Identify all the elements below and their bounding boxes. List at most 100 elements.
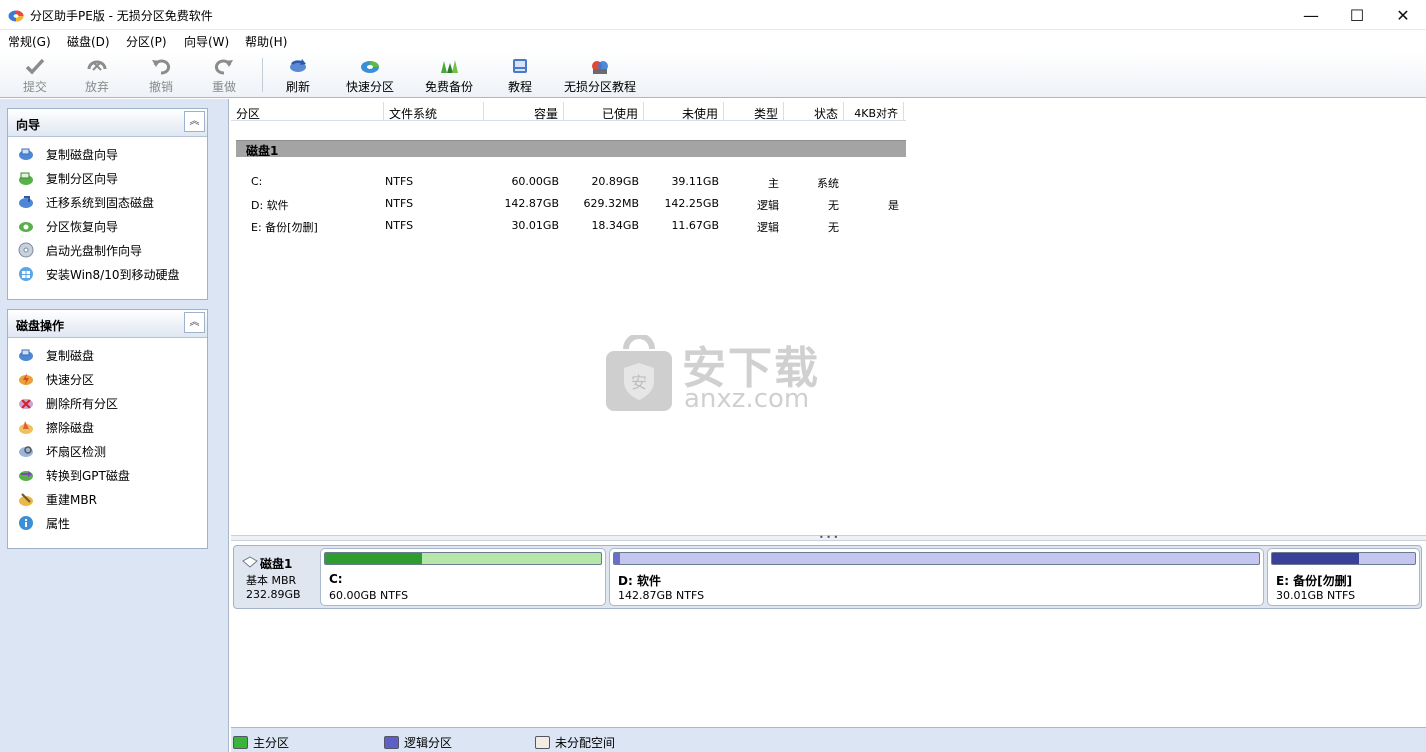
- recovery-icon: [19, 222, 33, 232]
- usage-fill: [614, 553, 621, 564]
- disk-op-delete-all[interactable]: 删除所有分区: [18, 393, 118, 413]
- app-logo-icon: [8, 10, 24, 22]
- col-unused[interactable]: 未使用: [644, 102, 724, 121]
- disk-group-header[interactable]: 磁盘1: [236, 140, 906, 158]
- legend-primary: 主分区: [233, 734, 289, 751]
- lossless-tutorial-button[interactable]: 无损分区教程: [563, 54, 637, 96]
- table-header: 分区 文件系统 容量 已使用 未使用 类型 状态 4KB对齐: [231, 102, 906, 121]
- disk-ops-panel-title: 磁盘操作: [16, 319, 65, 333]
- quick-partition-button[interactable]: 快速分区: [343, 54, 397, 96]
- redo-button[interactable]: 重做: [207, 54, 241, 96]
- window-title: 分区助手PE版 - 无损分区免费软件: [30, 9, 213, 23]
- disk-ops-panel: 磁盘操作 ︽ 复制磁盘 快速分区 删除所有分区 擦除磁盘 坏扇区检测 转换到GP…: [7, 309, 208, 549]
- usage-fill: [325, 553, 422, 564]
- disk-name: 磁盘1: [260, 557, 293, 571]
- menu-bar: 常规(G) 磁盘(D) 分区(P) 向导(W) 帮助(H): [0, 30, 1426, 52]
- menu-wizard[interactable]: 向导(W): [184, 33, 229, 50]
- disk-map: 磁盘1 基本 MBR 232.89GB C: 60.00GB NTFS D: 软…: [231, 541, 1426, 727]
- wipe-disk-icon: [19, 421, 33, 434]
- convert-gpt-icon: [19, 471, 33, 481]
- title-bar: 分区助手PE版 - 无损分区免费软件 — ☐ ✕: [0, 0, 1426, 30]
- col-4k-align[interactable]: 4KB对齐: [844, 102, 904, 121]
- wizard-item-migrate-ssd[interactable]: 迁移系统到固态磁盘: [18, 192, 154, 212]
- disk-type: 基本 MBR: [246, 574, 297, 587]
- legend-unallocated: 未分配空间: [535, 734, 615, 751]
- menu-partition[interactable]: 分区(P): [126, 33, 167, 50]
- legend-swatch: [233, 736, 248, 749]
- table-row[interactable]: E: 备份[勿删] NTFS 30.01GB 18.34GB 11.67GB 逻…: [231, 216, 906, 236]
- legend-swatch: [535, 736, 550, 749]
- watermark-url: anxz.com: [684, 384, 810, 414]
- menu-help[interactable]: 帮助(H): [245, 33, 287, 50]
- toolbar-separator: [262, 58, 263, 92]
- col-capacity[interactable]: 容量: [484, 102, 564, 121]
- menu-disk[interactable]: 磁盘(D): [67, 33, 110, 50]
- partition-block-d[interactable]: D: 软件 142.87GB NTFS: [609, 548, 1264, 606]
- info-icon: [19, 516, 33, 530]
- refresh-icon: [287, 56, 309, 76]
- close-button[interactable]: ✕: [1380, 0, 1426, 30]
- legend-swatch: [384, 736, 399, 749]
- disk-op-wipe-disk[interactable]: 擦除磁盘: [18, 417, 94, 437]
- backup-icon: [438, 56, 460, 76]
- quick-partition-icon: [19, 373, 33, 385]
- usage-bar: [1271, 552, 1416, 565]
- table-row[interactable]: D: 软件 NTFS 142.87GB 629.32MB 142.25GB 逻辑…: [231, 194, 906, 214]
- wizard-item-copy-disk[interactable]: 复制磁盘向导: [18, 144, 118, 164]
- free-backup-button[interactable]: 免费备份: [422, 54, 476, 96]
- boot-disc-icon: [18, 242, 34, 258]
- col-type[interactable]: 类型: [724, 102, 784, 121]
- maximize-button[interactable]: ☐: [1334, 0, 1380, 30]
- undo-button[interactable]: 撤销: [144, 54, 178, 96]
- copy-partition-icon: [19, 172, 33, 185]
- usage-fill: [1272, 553, 1360, 564]
- disk-info[interactable]: 磁盘1 基本 MBR 232.89GB: [236, 548, 316, 606]
- collapse-disk-ops-icon[interactable]: ︽: [184, 312, 205, 333]
- bad-sector-icon: [19, 446, 33, 457]
- partition-list: 分区 文件系统 容量 已使用 未使用 类型 状态 4KB对齐 磁盘1 C: NT…: [231, 99, 1426, 535]
- minimize-button[interactable]: —: [1288, 0, 1334, 30]
- disk-op-rebuild-mbr[interactable]: 重建MBR: [18, 489, 97, 509]
- legend-logical: 逻辑分区: [384, 734, 452, 751]
- disk-op-properties[interactable]: 属性: [18, 513, 70, 533]
- wizard-panel: 向导 ︽ 复制磁盘向导 复制分区向导 迁移系统到固态磁盘 分区恢复向导 启动光盘…: [7, 108, 208, 300]
- partition-block-c[interactable]: C: 60.00GB NTFS: [320, 548, 606, 606]
- tutorial-button[interactable]: 教程: [505, 54, 535, 96]
- splitter-grip-icon: • • •: [819, 533, 839, 542]
- migrate-os-icon: [19, 196, 33, 208]
- rebuild-mbr-icon: [19, 493, 33, 506]
- usage-bar: [324, 552, 602, 565]
- watermark: 安 安下载 anxz.com: [604, 332, 824, 417]
- disk-op-convert-gpt[interactable]: 转换到GPT磁盘: [18, 465, 130, 485]
- disk-card[interactable]: 磁盘1 基本 MBR 232.89GB C: 60.00GB NTFS D: 软…: [233, 545, 1422, 609]
- discard-button[interactable]: 放弃: [80, 54, 114, 96]
- menu-general[interactable]: 常规(G): [8, 33, 51, 50]
- windows-usb-icon: [19, 267, 33, 281]
- toolbar: 提交 放弃 撤销 重做 刷新 快速分区 免费备份 教程 无损分区教程: [0, 52, 1426, 98]
- col-filesystem[interactable]: 文件系统: [384, 102, 484, 121]
- disk-op-bad-sector[interactable]: 坏扇区检测: [18, 441, 106, 461]
- col-status[interactable]: 状态: [784, 102, 844, 121]
- submit-button[interactable]: 提交: [18, 54, 52, 96]
- copy-disk-icon: [19, 349, 33, 361]
- table-row[interactable]: C: NTFS 60.00GB 20.89GB 39.11GB 主 系统: [231, 172, 906, 192]
- col-partition[interactable]: 分区: [231, 102, 384, 121]
- status-bar: 主分区 逻辑分区 未分配空间: [231, 727, 1426, 752]
- disk-op-quick-partition[interactable]: 快速分区: [18, 369, 94, 389]
- wizard-item-win-to-go[interactable]: 安装Win8/10到移动硬盘: [18, 264, 180, 284]
- disk-size: 232.89GB: [246, 588, 301, 601]
- quick-partition-icon: [359, 56, 381, 76]
- sidebar: 向导 ︽ 复制磁盘向导 复制分区向导 迁移系统到固态磁盘 分区恢复向导 启动光盘…: [0, 99, 229, 752]
- checkmark-icon: [24, 56, 46, 76]
- wizard-item-copy-partition[interactable]: 复制分区向导: [18, 168, 118, 188]
- partition-block-e[interactable]: E: 备份[勿删] 30.01GB NTFS: [1267, 548, 1420, 606]
- disk-op-copy-disk[interactable]: 复制磁盘: [18, 345, 94, 365]
- refresh-button[interactable]: 刷新: [281, 54, 315, 96]
- shield-bag-icon: 安: [606, 335, 672, 411]
- usage-bar: [613, 552, 1260, 565]
- col-used[interactable]: 已使用: [564, 102, 644, 121]
- wizard-item-boot-cd[interactable]: 启动光盘制作向导: [18, 240, 142, 260]
- wizard-item-recovery[interactable]: 分区恢复向导: [18, 216, 118, 236]
- collapse-wizard-icon[interactable]: ︽: [184, 111, 205, 132]
- lossless-tutorial-icon: [589, 56, 611, 76]
